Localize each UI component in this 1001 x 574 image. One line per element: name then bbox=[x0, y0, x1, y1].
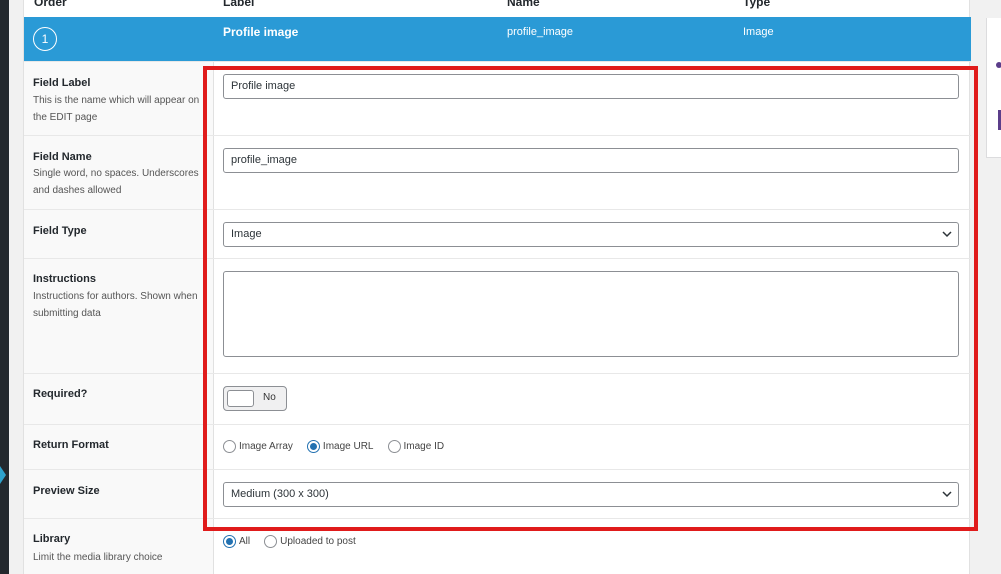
field-type-value: Image bbox=[231, 228, 262, 240]
field-header-name: profile_image bbox=[507, 26, 574, 38]
setting-row-instructions: Instructions Instructions for authors. S… bbox=[24, 258, 971, 373]
setting-row-field-type: Field Type Image bbox=[24, 209, 971, 258]
radio-button-selected[interactable] bbox=[223, 535, 236, 548]
column-header-name: Name bbox=[507, 0, 540, 9]
instructions-title: Instructions bbox=[33, 273, 96, 285]
field-label-input[interactable]: Profile image bbox=[223, 74, 959, 99]
side-panel-edge bbox=[986, 18, 1001, 158]
setting-row-field-label: Field Label This is the name which will … bbox=[24, 61, 971, 135]
radio-image-url[interactable]: Image URL bbox=[306, 440, 374, 453]
setting-row-required: Required? No bbox=[24, 373, 971, 424]
radio-button[interactable] bbox=[264, 535, 278, 548]
radio-image-array[interactable]: Image Array bbox=[223, 440, 293, 453]
instructions-textarea[interactable] bbox=[223, 271, 959, 357]
radio-library-uploaded[interactable]: Uploaded to post bbox=[264, 535, 356, 548]
required-toggle[interactable]: No bbox=[223, 386, 287, 411]
setting-row-return-format: Return Format Image Array Image URL Imag… bbox=[24, 424, 971, 469]
chevron-down-icon bbox=[942, 491, 952, 498]
library-radio-group: All Uploaded to post bbox=[223, 535, 370, 548]
field-header-label[interactable]: Profile image bbox=[223, 25, 298, 39]
field-editor-panel: Order Label Name Type 1 Profile image pr… bbox=[23, 0, 971, 574]
side-panel-dot bbox=[996, 62, 1001, 68]
preview-size-title: Preview Size bbox=[33, 485, 100, 497]
field-header-type: Image bbox=[743, 26, 774, 38]
field-type-select[interactable]: Image bbox=[223, 222, 959, 247]
chevron-down-icon bbox=[942, 231, 952, 238]
instructions-description: Instructions for authors. Shown when sub… bbox=[33, 291, 198, 319]
column-header-type: Type bbox=[743, 0, 771, 9]
setting-row-preview-size: Preview Size Medium (300 x 300) bbox=[24, 469, 971, 518]
radio-image-id[interactable]: Image ID bbox=[387, 440, 444, 453]
setting-row-library: Library Limit the media library choice A… bbox=[24, 518, 971, 574]
library-description: Limit the media library choice bbox=[33, 552, 163, 563]
radio-button[interactable] bbox=[223, 440, 236, 453]
admin-sidebar-edge bbox=[0, 0, 9, 574]
field-name-input[interactable]: profile_image bbox=[223, 148, 959, 173]
column-header-label: Label bbox=[223, 0, 255, 9]
field-name-description: Single word, no spaces. Underscores and … bbox=[33, 168, 199, 196]
radio-button-selected[interactable] bbox=[306, 440, 320, 453]
library-title: Library bbox=[33, 533, 71, 545]
required-title: Required? bbox=[33, 388, 88, 400]
preview-size-value: Medium (300 x 300) bbox=[231, 488, 329, 500]
admin-menu-current-indicator bbox=[0, 466, 6, 484]
field-label-description: This is the name which will appear on th… bbox=[33, 95, 200, 123]
field-name-title: Field Name bbox=[33, 151, 92, 163]
field-header-bar[interactable]: 1 Profile image profile_image Image bbox=[24, 17, 971, 61]
field-order-badge[interactable]: 1 bbox=[33, 27, 57, 51]
setting-row-field-name: Field Name Single word, no spaces. Under… bbox=[24, 135, 971, 209]
return-format-radio-group: Image Array Image URL Image ID bbox=[223, 440, 458, 453]
return-format-title: Return Format bbox=[33, 439, 109, 451]
radio-library-all[interactable]: All bbox=[223, 535, 250, 548]
field-type-title: Field Type bbox=[33, 225, 87, 237]
required-toggle-text: No bbox=[263, 392, 276, 403]
toggle-knob bbox=[227, 390, 254, 407]
preview-size-select[interactable]: Medium (300 x 300) bbox=[223, 482, 959, 507]
radio-button[interactable] bbox=[387, 440, 401, 453]
field-label-title: Field Label bbox=[33, 77, 91, 89]
column-header-order: Order bbox=[34, 0, 67, 9]
